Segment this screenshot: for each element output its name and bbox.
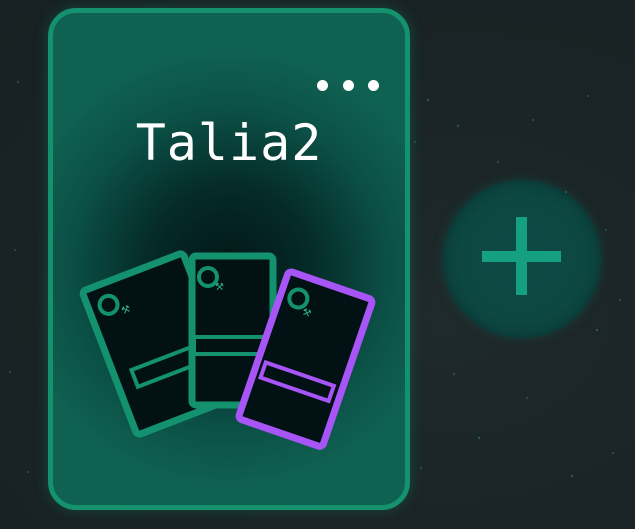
svg-text:⚒: ⚒ (215, 282, 224, 293)
plus-icon (482, 217, 561, 295)
deck-card[interactable]: Talia2 ⚒ ⚒ ⚒ (48, 8, 410, 510)
add-deck-button[interactable] (443, 180, 601, 338)
deck-cards-illustration: ⚒ ⚒ ⚒ (79, 250, 376, 450)
